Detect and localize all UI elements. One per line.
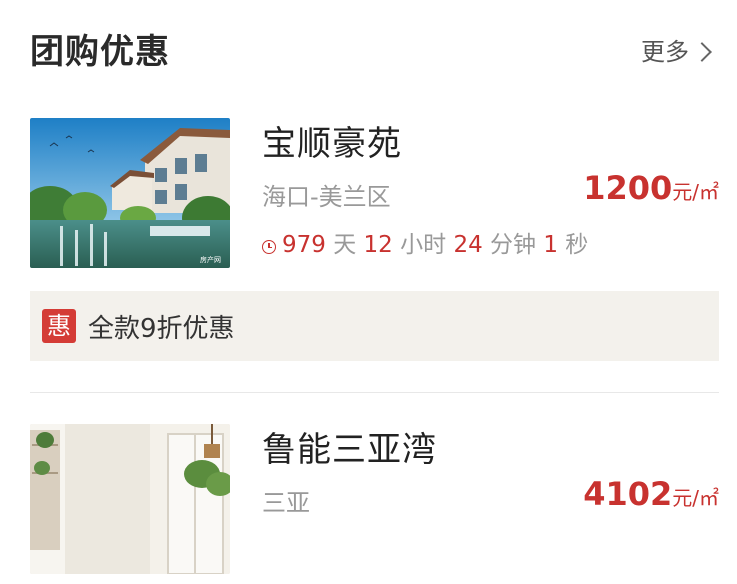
discount-badge: 惠 bbox=[42, 309, 76, 343]
listing-district: 海口-美兰区 bbox=[262, 183, 391, 211]
countdown-hours: 12 bbox=[363, 232, 393, 258]
section-title: 团购优惠 bbox=[30, 32, 170, 72]
listing-price: 4102元/㎡ bbox=[583, 474, 719, 520]
listing-card[interactable]: 房产网 宝顺豪苑 海口-美兰区 1200元/㎡ 979 天 12 小时 24 分… bbox=[30, 118, 719, 278]
promo-bar[interactable]: 惠 全款9折优惠 bbox=[30, 291, 719, 361]
villa-image: 房产网 bbox=[30, 118, 230, 268]
listing-price: 1200元/㎡ bbox=[583, 168, 719, 214]
promo-text: 全款9折优惠 bbox=[88, 313, 235, 344]
price-value: 1200 bbox=[583, 169, 673, 207]
listing-name: 鲁能三亚湾 bbox=[262, 430, 437, 470]
section-header: 团购优惠 更多 bbox=[30, 28, 712, 78]
thumb-watermark: 房产网 bbox=[200, 255, 221, 264]
price-unit: 元/㎡ bbox=[672, 486, 719, 510]
countdown-days-unit: 天 bbox=[333, 232, 357, 258]
countdown-minutes-unit: 分钟 bbox=[490, 232, 537, 258]
countdown-hours-unit: 小时 bbox=[400, 232, 447, 258]
listing-thumbnail bbox=[30, 424, 230, 574]
countdown-days: 979 bbox=[282, 232, 326, 258]
price-value: 4102 bbox=[583, 475, 673, 513]
countdown-seconds-unit: 秒 bbox=[565, 232, 589, 258]
countdown-timer: 979 天 12 小时 24 分钟 1 秒 bbox=[262, 228, 588, 262]
more-label: 更多 bbox=[641, 38, 689, 66]
divider bbox=[30, 392, 719, 393]
listing-name: 宝顺豪苑 bbox=[262, 124, 402, 164]
interior-image bbox=[30, 424, 230, 574]
listing-district: 三亚 bbox=[262, 489, 310, 517]
price-unit: 元/㎡ bbox=[672, 180, 719, 204]
countdown-seconds: 1 bbox=[543, 232, 558, 258]
more-link[interactable]: 更多 bbox=[641, 36, 712, 68]
listing-card[interactable]: 鲁能三亚湾 三亚 4102元/㎡ bbox=[30, 424, 719, 584]
countdown-minutes: 24 bbox=[453, 232, 483, 258]
listing-thumbnail: 房产网 bbox=[30, 118, 230, 268]
chevron-right-icon bbox=[692, 42, 712, 62]
clock-icon bbox=[262, 240, 276, 254]
